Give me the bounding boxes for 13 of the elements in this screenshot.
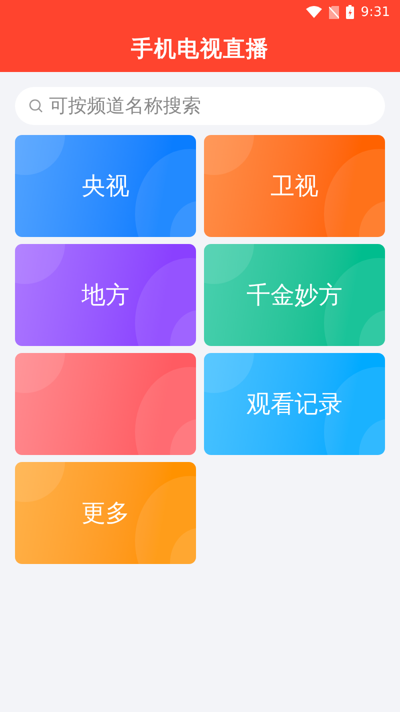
search-field[interactable]: 可按频道名称搜索 xyxy=(15,87,385,125)
battery-icon xyxy=(346,5,354,19)
category-tile[interactable]: 卫视 xyxy=(204,135,385,237)
category-tile[interactable] xyxy=(15,353,196,455)
status-time: 9:31 xyxy=(360,4,390,20)
category-tile[interactable]: 更多 xyxy=(15,462,196,564)
category-tile[interactable]: 观看记录 xyxy=(204,353,385,455)
category-tile[interactable]: 千金妙方 xyxy=(204,244,385,346)
category-tile[interactable]: 央视 xyxy=(15,135,196,237)
wifi-icon xyxy=(306,6,322,18)
no-sim-icon xyxy=(328,6,339,18)
category-tile[interactable]: 地方 xyxy=(15,244,196,346)
app-title: 手机电视直播 xyxy=(131,37,269,62)
